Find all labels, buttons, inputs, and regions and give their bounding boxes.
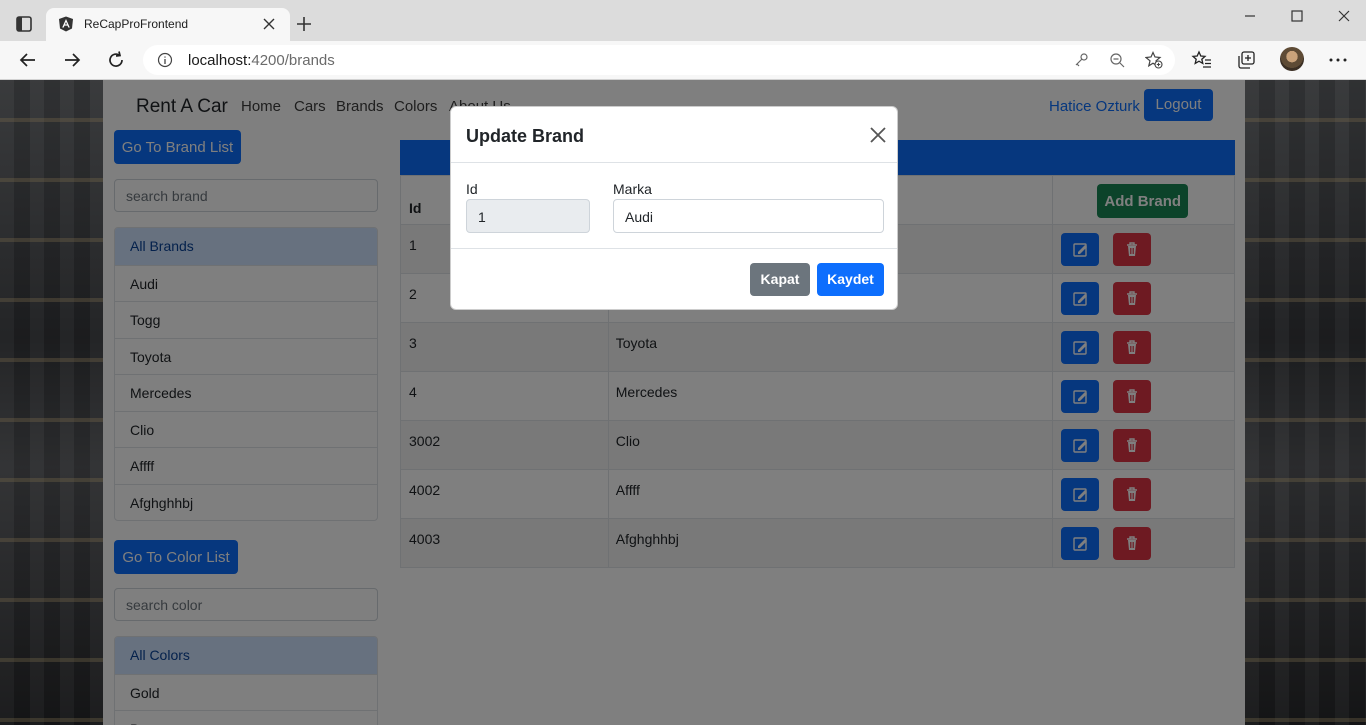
forward-icon[interactable] [61,49,83,71]
kaydet-button[interactable]: Kaydet [817,263,884,296]
browser-tabstrip: ReCapProFrontend [0,0,1366,41]
maximize-icon[interactable] [1283,6,1311,26]
favorites-icon[interactable] [1191,49,1213,71]
refresh-icon[interactable] [105,49,127,71]
key-icon[interactable] [1073,52,1089,68]
zoom-out-icon[interactable] [1109,52,1125,68]
url-text: localhost:4200/brands [188,52,335,69]
close-window-icon[interactable] [1330,6,1358,26]
info-icon[interactable] [157,52,173,68]
browser-tab[interactable]: ReCapProFrontend [46,8,290,41]
browser-toolbar: localhost:4200/brands [0,41,1366,80]
update-brand-modal: Update Brand Id 1 Marka Audi Kapat Kayde… [450,106,898,310]
new-tab-icon[interactable] [294,14,314,34]
collections-icon[interactable] [1235,49,1257,71]
close-icon[interactable] [869,126,887,144]
marka-field[interactable]: Audi [613,199,884,233]
minimize-icon[interactable] [1236,6,1264,26]
address-bar[interactable]: localhost:4200/brands [143,45,1175,75]
marka-label: Marka [613,181,652,197]
add-favorite-icon[interactable] [1145,51,1163,69]
modal-title: Update Brand [466,126,585,146]
page-viewport: Rent A Car Home Cars Brands Colors About… [0,80,1366,725]
id-label: Id [466,181,478,197]
tab-title: ReCapProFrontend [84,17,189,31]
back-icon[interactable] [17,49,39,71]
id-field: 1 [466,199,590,233]
profile-avatar[interactable] [1280,47,1304,71]
modal-footer: Kapat Kaydet [451,248,897,310]
angular-icon [59,16,73,32]
kapat-button[interactable]: Kapat [750,263,810,296]
more-options-icon[interactable] [1327,49,1349,71]
modal-header: Update Brand [451,107,897,163]
close-tab-icon[interactable] [260,15,278,33]
tab-actions-icon[interactable] [14,14,34,34]
